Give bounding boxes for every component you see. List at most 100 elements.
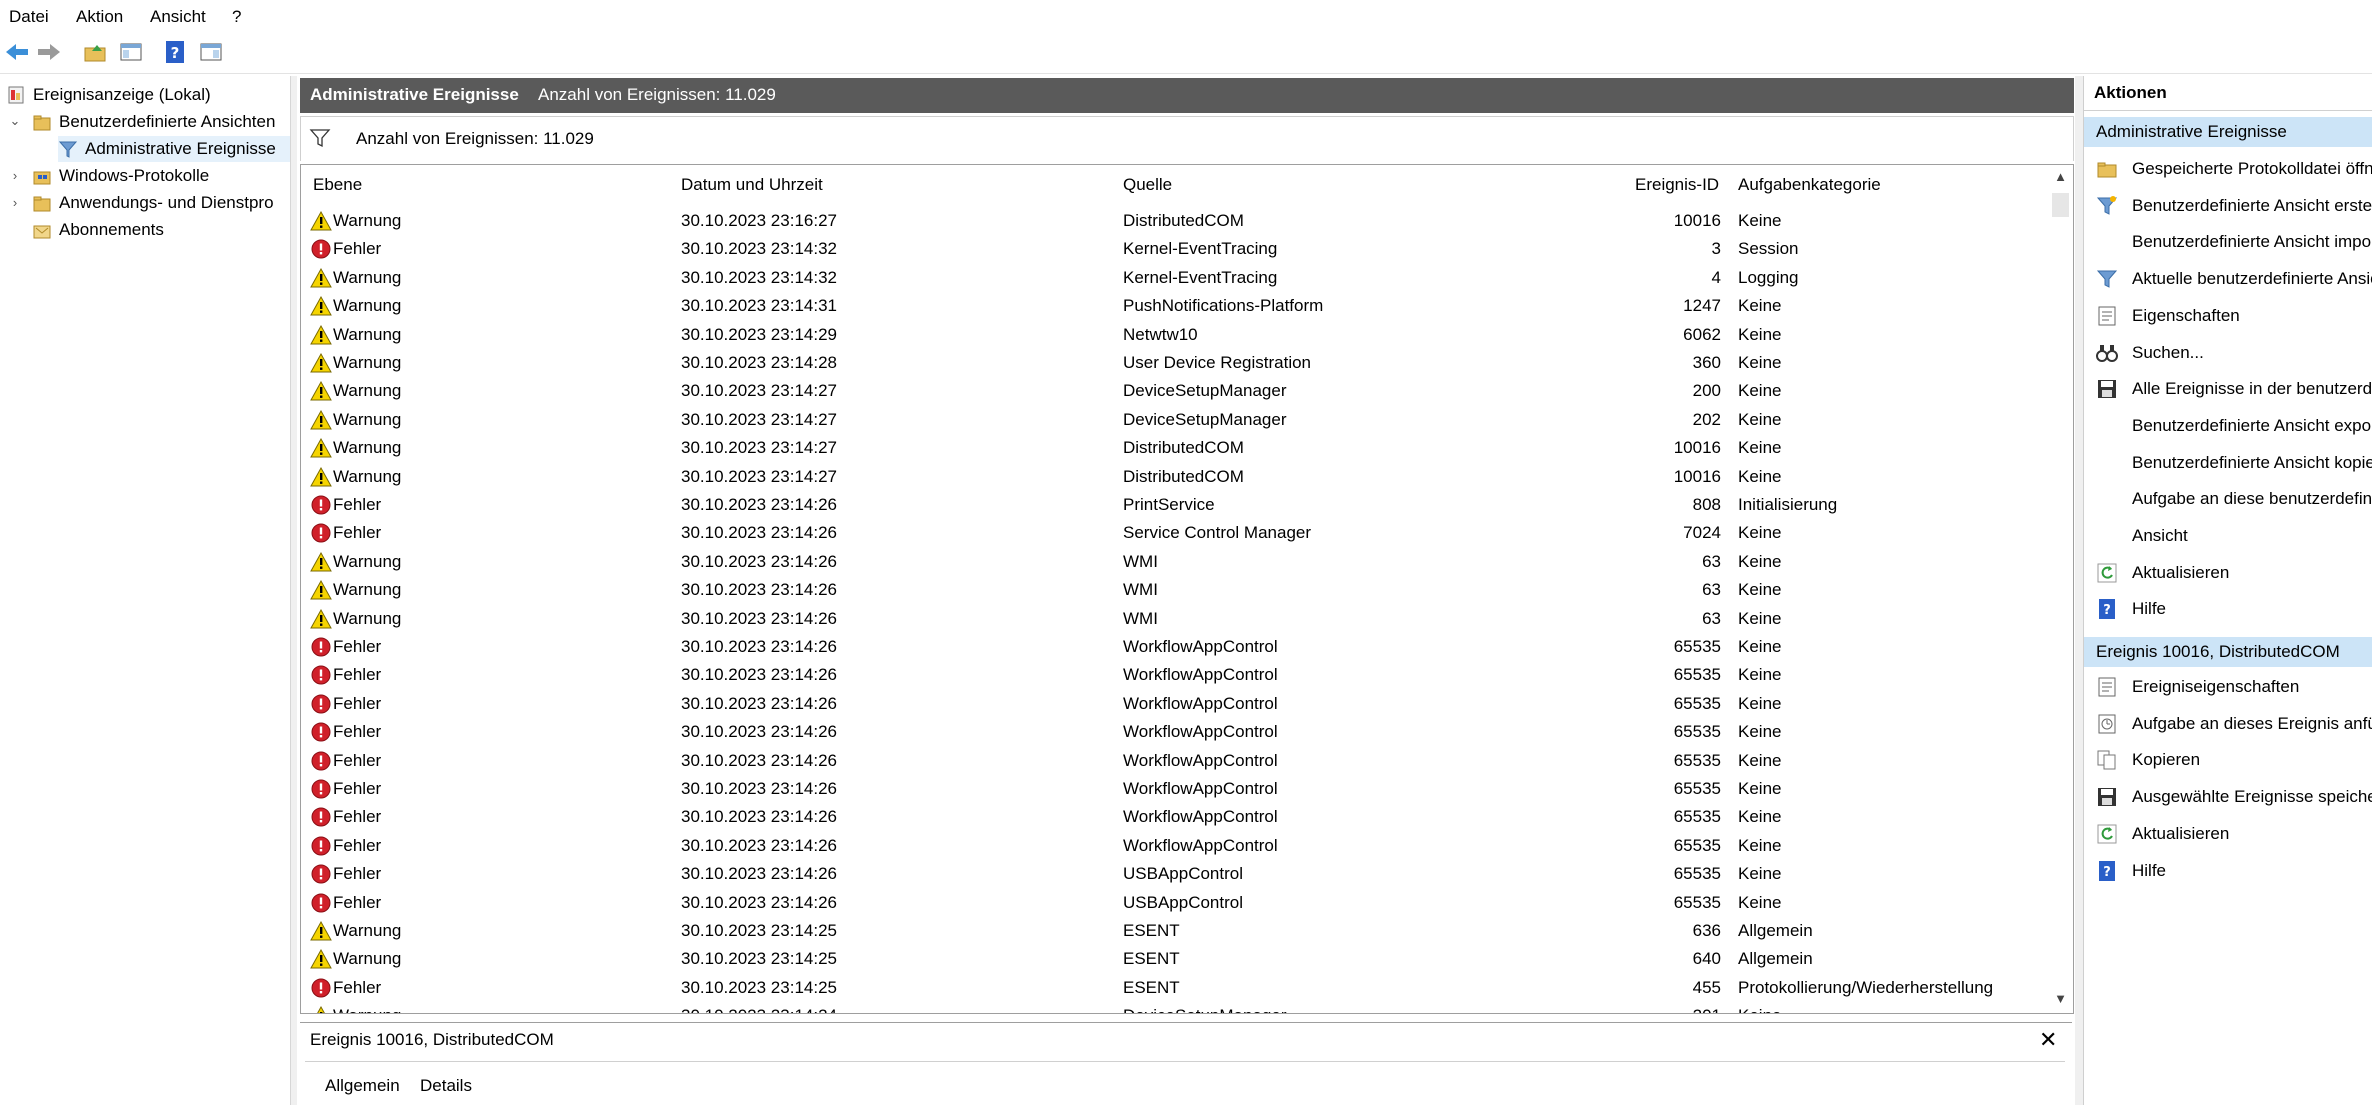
table-row[interactable]: Fehler 30.10.2023 23:14:26 WorkflowAppCont…: [301, 803, 2051, 831]
tree-node-root[interactable]: Ereignisanzeige (Lokal): [6, 82, 211, 108]
table-row[interactable]: Warnung 30.10.2023 23:14:29 Netwtw10 6062 Ke…: [301, 321, 2051, 349]
windows-logs-icon: [33, 171, 51, 185]
cell-date: 30.10.2023 23:14:26: [681, 892, 837, 912]
table-row[interactable]: Fehler 30.10.2023 23:14:26 WorkflowAppCont…: [301, 747, 2051, 775]
show-hide-console-tree-icon[interactable]: [116, 37, 146, 67]
action-item[interactable]: Benutzerdefinierte Ansicht importieren..…: [2084, 227, 2372, 257]
cell-source: WorkflowAppControl: [1123, 722, 1278, 742]
table-row[interactable]: Fehler 30.10.2023 23:14:26 USBAppControl 65…: [301, 889, 2051, 917]
action-item[interactable]: Aufgabe an diese benutzerdefinierte Ansi…: [2084, 484, 2372, 514]
action-item[interactable]: Aktuelle benutzerdefinierte Ansicht filt…: [2084, 264, 2372, 294]
action-item[interactable]: Ereigniseigenschaften: [2084, 672, 2372, 702]
action-item[interactable]: ? Hilfe: [2084, 594, 2372, 624]
up-folder-icon[interactable]: [80, 37, 110, 67]
table-row[interactable]: Fehler 30.10.2023 23:14:25 ESENT 455 Protoko…: [301, 974, 2051, 1002]
cell-date: 30.10.2023 23:14:26: [681, 864, 837, 884]
action-item[interactable]: Benutzerdefinierte Ansicht exportieren..…: [2084, 411, 2372, 441]
actions-section-event[interactable]: Ereignis 10016, DistributedCOM: [2084, 637, 2372, 667]
column-header-level[interactable]: Ebene: [313, 175, 362, 195]
table-row[interactable]: Warnung 30.10.2023 23:14:26 WMI 63 Keine: [301, 548, 2051, 576]
actions-section-admin-events[interactable]: Administrative Ereignisse: [2084, 117, 2372, 147]
open-folder-icon: [2097, 162, 2117, 178]
table-row[interactable]: Warnung 30.10.2023 23:14:24 DeviceSetupMan…: [301, 1002, 2051, 1013]
table-row[interactable]: Fehler 30.10.2023 23:14:26 WorkflowAppCont…: [301, 718, 2051, 746]
back-icon[interactable]: [2, 37, 32, 67]
tree-node-custom-views[interactable]: Benutzerdefinierte Ansichten: [32, 109, 275, 135]
warning-icon: [310, 466, 332, 487]
action-item[interactable]: Ausgewählte Ereignisse speichern...: [2084, 782, 2372, 812]
action-item[interactable]: Aktualisieren: [2084, 819, 2372, 849]
scroll-down-icon[interactable]: ▼: [2052, 991, 2069, 1006]
action-item[interactable]: Kopieren: [2084, 745, 2372, 775]
tree-node-subscriptions[interactable]: Abonnements: [32, 217, 164, 243]
show-hide-action-pane-icon[interactable]: [196, 37, 226, 67]
table-row[interactable]: Warnung 30.10.2023 23:14:27 DistributedCOM…: [301, 434, 2051, 462]
cell-source: PushNotifications-Platform: [1123, 296, 1324, 316]
svg-text:?: ?: [171, 44, 180, 62]
vertical-scrollbar[interactable]: ▲ ▼: [2049, 165, 2071, 1011]
cell-source: DeviceSetupManager: [1123, 381, 1287, 401]
menu-aktion[interactable]: Aktion: [76, 7, 123, 27]
column-header-event-id[interactable]: Ereignis-ID: [1635, 175, 1719, 195]
chevron-right-icon[interactable]: ›: [8, 168, 22, 183]
menu-ansicht[interactable]: Ansicht: [150, 7, 206, 27]
action-item[interactable]: Eigenschaften: [2084, 301, 2372, 331]
table-row[interactable]: Fehler 30.10.2023 23:14:26 Service Control…: [301, 519, 2051, 547]
cell-level: Fehler: [333, 977, 382, 997]
column-header-category[interactable]: Aufgabenkategorie: [1738, 175, 1881, 195]
table-row[interactable]: Fehler 30.10.2023 23:14:26 USBAppControl 65…: [301, 860, 2051, 888]
table-row[interactable]: Warnung 30.10.2023 23:14:26 WMI 63 Keine: [301, 605, 2051, 633]
tree-node-admin-events[interactable]: Administrative Ereignisse: [58, 136, 290, 162]
menu-datei[interactable]: Datei: [9, 7, 49, 27]
table-row[interactable]: Fehler 30.10.2023 23:14:26 WorkflowAppCont…: [301, 633, 2051, 661]
table-row[interactable]: Warnung 30.10.2023 23:14:27 DeviceSetupMan…: [301, 377, 2051, 405]
tab-allgemein[interactable]: Allgemein: [325, 1076, 400, 1096]
action-item[interactable]: Gespeicherte Protokolldatei öffnen...: [2084, 154, 2372, 184]
cell-event-id: 201: [1581, 1006, 1721, 1013]
chevron-down-icon[interactable]: ⌄: [8, 113, 22, 128]
splitter-right[interactable]: [2075, 76, 2083, 1105]
action-item[interactable]: Aufgabe an dieses Ereignis anfügen...: [2084, 709, 2372, 739]
table-row[interactable]: Warnung 30.10.2023 23:14:25 ESENT 636 Allgem…: [301, 917, 2051, 945]
table-row[interactable]: Warnung 30.10.2023 23:14:25 ESENT 640 Allgem…: [301, 945, 2051, 973]
cell-category: Keine: [1738, 835, 1782, 855]
action-item[interactable]: Aktualisieren: [2084, 558, 2372, 588]
cell-level: Fehler: [333, 807, 382, 827]
table-row[interactable]: Fehler 30.10.2023 23:14:26 WorkflowAppCont…: [301, 775, 2051, 803]
scroll-up-icon[interactable]: ▲: [2052, 169, 2069, 184]
column-header-source[interactable]: Quelle: [1123, 175, 1172, 195]
menu-help[interactable]: ?: [232, 7, 241, 27]
close-icon[interactable]: ✕: [2039, 1027, 2057, 1053]
action-item[interactable]: Ansicht: [2084, 521, 2372, 551]
action-item[interactable]: Benutzerdefinierte Ansicht kopieren...: [2084, 448, 2372, 478]
table-row[interactable]: Warnung 30.10.2023 23:14:28 User Device Re…: [301, 349, 2051, 377]
table-row[interactable]: Warnung 30.10.2023 23:14:27 DeviceSetupMan…: [301, 406, 2051, 434]
table-row[interactable]: Warnung 30.10.2023 23:14:27 DistributedCOM…: [301, 463, 2051, 491]
table-row[interactable]: Warnung 30.10.2023 23:14:31 PushNotificati…: [301, 292, 2051, 320]
action-item[interactable]: Benutzerdefinierte Ansicht erstellen...: [2084, 191, 2372, 221]
cell-event-id: 360: [1692, 353, 1721, 372]
forward-icon[interactable]: [34, 37, 64, 67]
column-header-date[interactable]: Datum und Uhrzeit: [681, 175, 823, 195]
table-row[interactable]: Fehler 30.10.2023 23:14:26 WorkflowAppCont…: [301, 832, 2051, 860]
action-item[interactable]: ? Hilfe: [2084, 856, 2372, 886]
cell-category: Logging: [1738, 267, 1799, 287]
cell-date: 30.10.2023 23:14:27: [681, 438, 837, 458]
help-icon[interactable]: ?: [160, 37, 190, 67]
scroll-thumb[interactable]: [2052, 193, 2069, 217]
cell-category: Keine: [1738, 438, 1782, 458]
tree-node-app-logs[interactable]: Anwendungs- und Dienstpro: [32, 190, 274, 216]
table-row[interactable]: Warnung 30.10.2023 23:14:32 Kernel-EventTr…: [301, 264, 2051, 292]
table-row[interactable]: Fehler 30.10.2023 23:14:26 WorkflowAppCont…: [301, 690, 2051, 718]
table-row[interactable]: Warnung 30.10.2023 23:16:27 DistributedCOM…: [301, 207, 2051, 235]
chevron-right-icon[interactable]: ›: [8, 195, 22, 210]
table-row[interactable]: Fehler 30.10.2023 23:14:32 Kernel-EventTra…: [301, 235, 2051, 263]
tree-node-windows-logs[interactable]: Windows-Protokolle: [32, 163, 209, 189]
table-row[interactable]: Fehler 30.10.2023 23:14:26 PrintService 808…: [301, 491, 2051, 519]
table-row[interactable]: Warnung 30.10.2023 23:14:26 WMI 63 Keine: [301, 576, 2051, 604]
action-item[interactable]: Suchen...: [2084, 338, 2372, 368]
cell-category: Keine: [1738, 637, 1782, 656]
table-row[interactable]: Fehler 30.10.2023 23:14:26 WorkflowAppCont…: [301, 661, 2051, 689]
action-item[interactable]: Alle Ereignisse in der benutzerdefiniert…: [2084, 374, 2372, 404]
tab-details[interactable]: Details: [420, 1076, 472, 1096]
